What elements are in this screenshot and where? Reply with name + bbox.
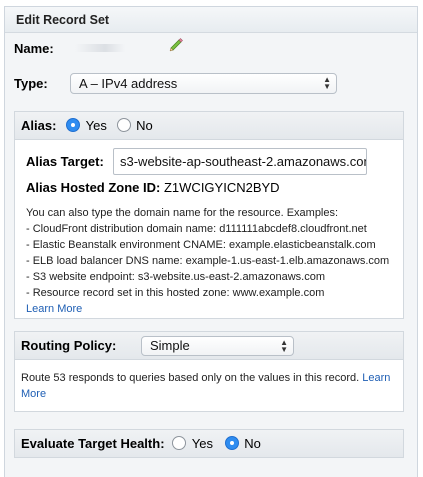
routing-policy-header: Routing Policy: Simple ▲ ▼ (15, 332, 403, 360)
alias-no-option[interactable]: No (116, 118, 153, 133)
alias-target-label: Alias Target: (26, 154, 104, 169)
evaluate-target-health-header: Evaluate Target Health: Yes No (15, 430, 403, 457)
panel-title: Edit Record Set (5, 7, 417, 33)
health-no-label[interactable]: No (244, 436, 261, 451)
evaluate-target-health-label: Evaluate Target Health: (21, 436, 165, 451)
alias-help-text: You can also type the domain name for th… (26, 205, 398, 317)
routing-policy-section: Routing Policy: Simple ▲ ▼ Route 53 respo… (14, 331, 404, 412)
alias-yes-option[interactable]: Yes (66, 118, 110, 133)
alias-help-item: - Elastic Beanstalk environment CNAME: e… (26, 239, 376, 251)
health-yes-option[interactable]: Yes (172, 436, 216, 451)
type-select-value: A – IPv4 address (79, 76, 178, 91)
alias-learn-more-link[interactable]: Learn More (26, 303, 82, 315)
alias-no-radio[interactable] (116, 118, 131, 132)
select-arrows-icon: ▲ ▼ (280, 338, 288, 354)
alias-yes-radio[interactable] (66, 118, 81, 132)
alias-yes-label[interactable]: Yes (86, 118, 107, 133)
alias-no-label[interactable]: No (136, 118, 153, 133)
pencil-icon[interactable] (167, 35, 185, 53)
type-select[interactable]: A – IPv4 address ▲ ▼ (70, 73, 337, 94)
health-no-option[interactable]: No (224, 436, 261, 451)
routing-policy-description-text: Route 53 responds to queries based only … (21, 372, 360, 384)
alias-hosted-zone-row: Alias Hosted Zone ID: Z1WCIGYICN2BYD (26, 180, 280, 195)
alias-target-input[interactable]: s3-website-ap-southeast-2.amazonaws.com (113, 148, 367, 175)
name-label: Name: (14, 41, 54, 56)
routing-policy-label: Routing Policy: (21, 338, 117, 353)
health-yes-label[interactable]: Yes (192, 436, 213, 451)
health-yes-radio[interactable] (172, 436, 187, 450)
alias-section: Alias: Yes No Alias Target: s3-website-a… (14, 111, 404, 319)
routing-policy-select[interactable]: Simple ▲ ▼ (141, 336, 294, 356)
alias-help-item: - Resource record set in this hosted zon… (26, 287, 325, 299)
alias-label: Alias: (21, 118, 57, 133)
name-value (75, 44, 125, 52)
alias-help-intro: You can also type the domain name for th… (26, 207, 339, 219)
alias-hosted-zone-value: Z1WCIGYICN2BYD (163, 180, 280, 195)
routing-policy-value: Simple (150, 338, 190, 353)
alias-help-item: - ELB load balancer DNS name: example-1.… (26, 255, 390, 267)
health-no-radio[interactable] (224, 436, 239, 450)
alias-help-item: - CloudFront distribution domain name: d… (26, 223, 367, 235)
alias-header: Alias: Yes No (15, 112, 403, 140)
select-arrows-icon: ▲ ▼ (323, 75, 331, 91)
routing-policy-description: Route 53 responds to queries based only … (15, 360, 403, 402)
type-label: Type: (14, 76, 48, 91)
alias-help-item: - S3 website endpoint: s3-website.us-eas… (26, 271, 325, 283)
evaluate-target-health-section: Evaluate Target Health: Yes No (14, 429, 404, 458)
alias-hosted-zone-label: Alias Hosted Zone ID: (26, 180, 161, 195)
